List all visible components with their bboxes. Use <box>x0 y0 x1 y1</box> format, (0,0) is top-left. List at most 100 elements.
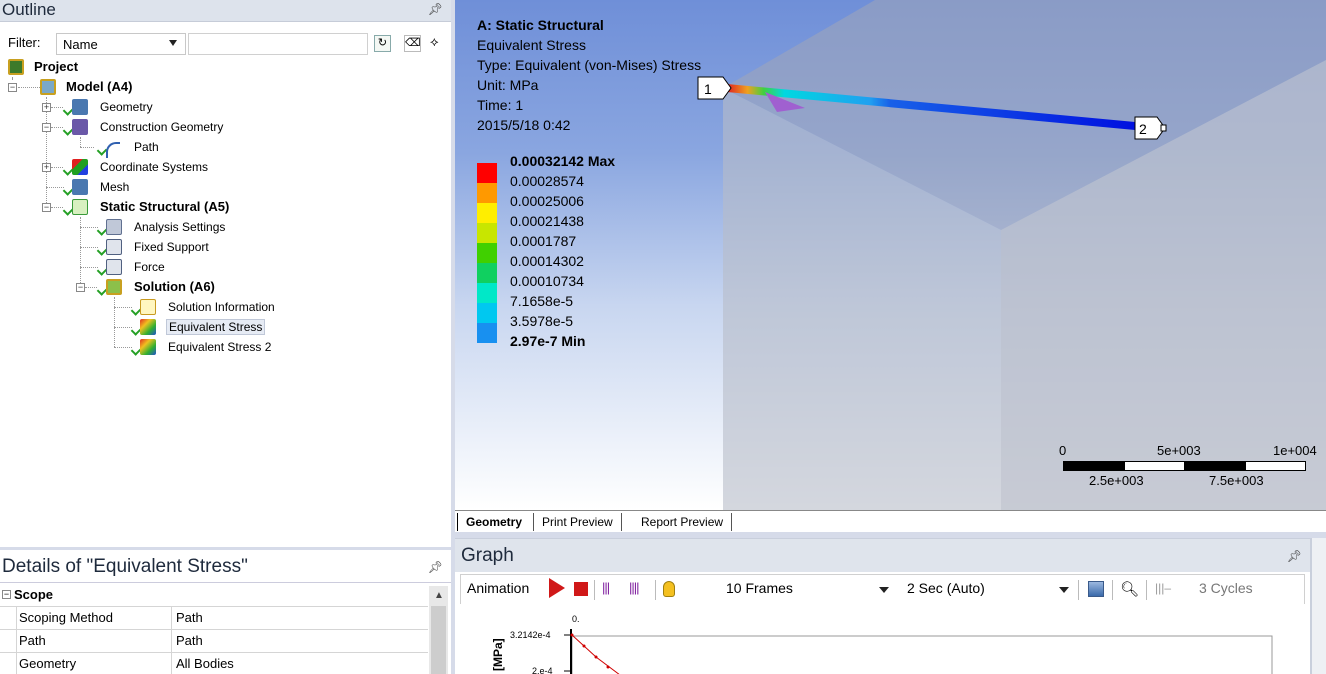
result-unit: Unit: MPa <box>477 77 539 93</box>
filter-select[interactable]: Name <box>56 33 186 55</box>
details-row[interactable]: Path Path <box>0 630 428 653</box>
pin-icon[interactable]: 📌︎ <box>428 560 443 574</box>
solution-icon <box>106 279 122 295</box>
tab-print-preview[interactable]: Print Preview <box>533 513 622 531</box>
tree-item-equivalent-stress[interactable]: Equivalent Stress <box>130 317 266 337</box>
details-scrollbar[interactable]: ▲ <box>429 586 448 674</box>
chevron-down-icon[interactable] <box>879 581 889 597</box>
collapse-icon[interactable]: − <box>2 590 11 599</box>
stress-time-graph: 0. 3.2142e-4 2.e-4 [MPa] <box>491 614 1273 674</box>
tree-item-solution-information[interactable]: Solution Information <box>130 297 275 317</box>
graphics-viewport[interactable]: 1 2 A: Static Structural Equivalent Stre… <box>455 0 1326 510</box>
play-icon[interactable] <box>549 578 565 598</box>
path-icon <box>106 142 120 158</box>
tree-item-coordinate-systems[interactable]: Coordinate Systems <box>62 157 208 177</box>
tree-item-analysis-settings[interactable]: Analysis Settings <box>96 217 225 237</box>
legend-entry[interactable]: 0.00028574 <box>477 173 677 203</box>
legend-entry[interactable]: 0.00014302 <box>477 253 677 283</box>
tabular-data-panel-edge[interactable] <box>1310 538 1326 674</box>
plot-frame <box>571 635 1273 674</box>
legend-entry[interactable]: 3.5978e-5 <box>477 313 677 343</box>
legend-entry[interactable]: 0.00010734 <box>477 273 677 303</box>
tree-item-construction-geometry[interactable]: Construction Geometry <box>62 117 223 137</box>
legend-entry[interactable]: 0.00032142 Max <box>477 153 677 183</box>
legend-value: 2.97e-7 Min <box>510 333 586 349</box>
details-header: Details of "Equivalent Stress" 📌︎ <box>0 550 451 583</box>
construction-geometry-icon <box>72 119 88 135</box>
frames-select[interactable]: 10 Frames <box>726 580 793 596</box>
tree-item-equivalent-stress-2[interactable]: Equivalent Stress 2 <box>130 337 271 357</box>
stress-curve <box>571 634 620 674</box>
legend-entry[interactable]: 0.00025006 <box>477 193 677 223</box>
scale-bar-track <box>1063 461 1306 471</box>
pin-icon[interactable]: 📌︎ <box>1287 549 1302 563</box>
tree-item-force[interactable]: Force <box>96 257 165 277</box>
collapse-icon[interactable]: − <box>76 283 85 292</box>
pin-icon[interactable]: 📌︎ <box>428 2 443 16</box>
details-row[interactable]: Scoping Method Path <box>0 607 428 630</box>
clear-filter-icon[interactable]: ⌫ <box>404 35 421 52</box>
zoom-icon[interactable]: 🔍︎ <box>1120 580 1139 598</box>
legend-value: 0.0001787 <box>510 233 577 249</box>
model-icon <box>40 79 56 95</box>
chevron-down-icon[interactable] <box>1059 581 1069 597</box>
expand-icon[interactable]: + <box>42 163 51 172</box>
tree-item-path[interactable]: Path <box>96 137 159 158</box>
solution-information-icon <box>140 299 156 315</box>
filter-input[interactable] <box>188 33 368 55</box>
graph-header: Graph 📌︎ <box>455 539 1310 572</box>
refresh-filter-icon[interactable]: ↻ <box>374 35 391 52</box>
scale-label-mid: 5e+003 <box>1157 443 1201 458</box>
tab-geometry[interactable]: Geometry <box>457 513 530 531</box>
legend-value: 0.00010734 <box>510 273 584 289</box>
cycles-icon[interactable]: |||– <box>1155 581 1171 595</box>
legend-entry[interactable]: 2.97e-7 Min <box>477 333 677 353</box>
tree-item-fixed-support[interactable]: Fixed Support <box>96 237 209 257</box>
scale-label-a: 2.5e+003 <box>1089 473 1144 488</box>
tree-item-solution[interactable]: Solution (A6) <box>96 277 215 297</box>
legend-entry[interactable]: 7.1658e-5 <box>477 293 677 323</box>
expand-icon[interactable]: + <box>42 103 51 112</box>
stress-result-icon <box>140 339 156 355</box>
legend-value: 7.1658e-5 <box>510 293 574 309</box>
probe-2-marker <box>1160 124 1167 132</box>
tree-item-model[interactable]: Model (A4) <box>40 77 132 97</box>
pin-filter-icon[interactable]: ⟡ <box>430 34 439 50</box>
tree-item-project[interactable]: Project <box>8 57 78 77</box>
result-sets-icon[interactable]: |||| <box>629 580 639 595</box>
legend-entry[interactable]: 0.00021438 <box>477 213 677 243</box>
collapse-icon[interactable]: − <box>42 123 51 132</box>
tree-item-mesh[interactable]: Mesh <box>62 177 129 197</box>
details-row[interactable]: Geometry All Bodies <box>0 653 428 674</box>
viewport-tabs: Geometry Print Preview Report Preview <box>455 510 1326 532</box>
result-name: Equivalent Stress <box>477 37 586 53</box>
filter-row: Filter: Name ↻ ⌫ ⟡ <box>0 31 451 55</box>
legend-value: 0.00028574 <box>510 173 584 189</box>
export-video-icon[interactable] <box>1088 581 1104 597</box>
cycles-label[interactable]: 3 Cycles <box>1199 580 1253 596</box>
scale-label-0: 0 <box>1059 443 1067 458</box>
scrollbar-thumb[interactable] <box>431 606 446 674</box>
distributed-frames-icon[interactable]: ||| <box>602 580 610 595</box>
lightbulb-icon[interactable] <box>663 581 675 597</box>
scroll-up-icon[interactable]: ▲ <box>434 590 444 601</box>
graph-plot[interactable]: 0. 3.2142e-4 2.e-4 [MPa] <box>460 605 1305 674</box>
tree-item-geometry[interactable]: Geometry <box>62 97 153 117</box>
filter-select-value: Name <box>63 37 98 52</box>
y-axis-unit: [MPa] <box>491 638 505 671</box>
duration-select[interactable]: 2 Sec (Auto) <box>907 580 985 596</box>
x-zero-label: 0. <box>572 614 580 624</box>
stop-icon[interactable] <box>574 582 588 596</box>
collapse-icon[interactable]: − <box>42 203 51 212</box>
outline-header: Outline 📌︎ <box>0 0 451 22</box>
chevron-down-icon <box>169 40 177 46</box>
analysis-name: A: Static Structural <box>477 17 604 33</box>
curve-point <box>582 644 586 648</box>
result-date: 2015/5/18 0:42 <box>477 117 571 133</box>
legend-entry[interactable]: 0.0001787 <box>477 233 677 263</box>
tab-report-preview[interactable]: Report Preview <box>633 513 733 531</box>
tree-item-static-structural[interactable]: Static Structural (A5) <box>62 197 229 217</box>
collapse-icon[interactable]: − <box>8 83 17 92</box>
details-section-scope[interactable]: − Scope <box>0 584 428 607</box>
curve-point <box>594 655 598 659</box>
